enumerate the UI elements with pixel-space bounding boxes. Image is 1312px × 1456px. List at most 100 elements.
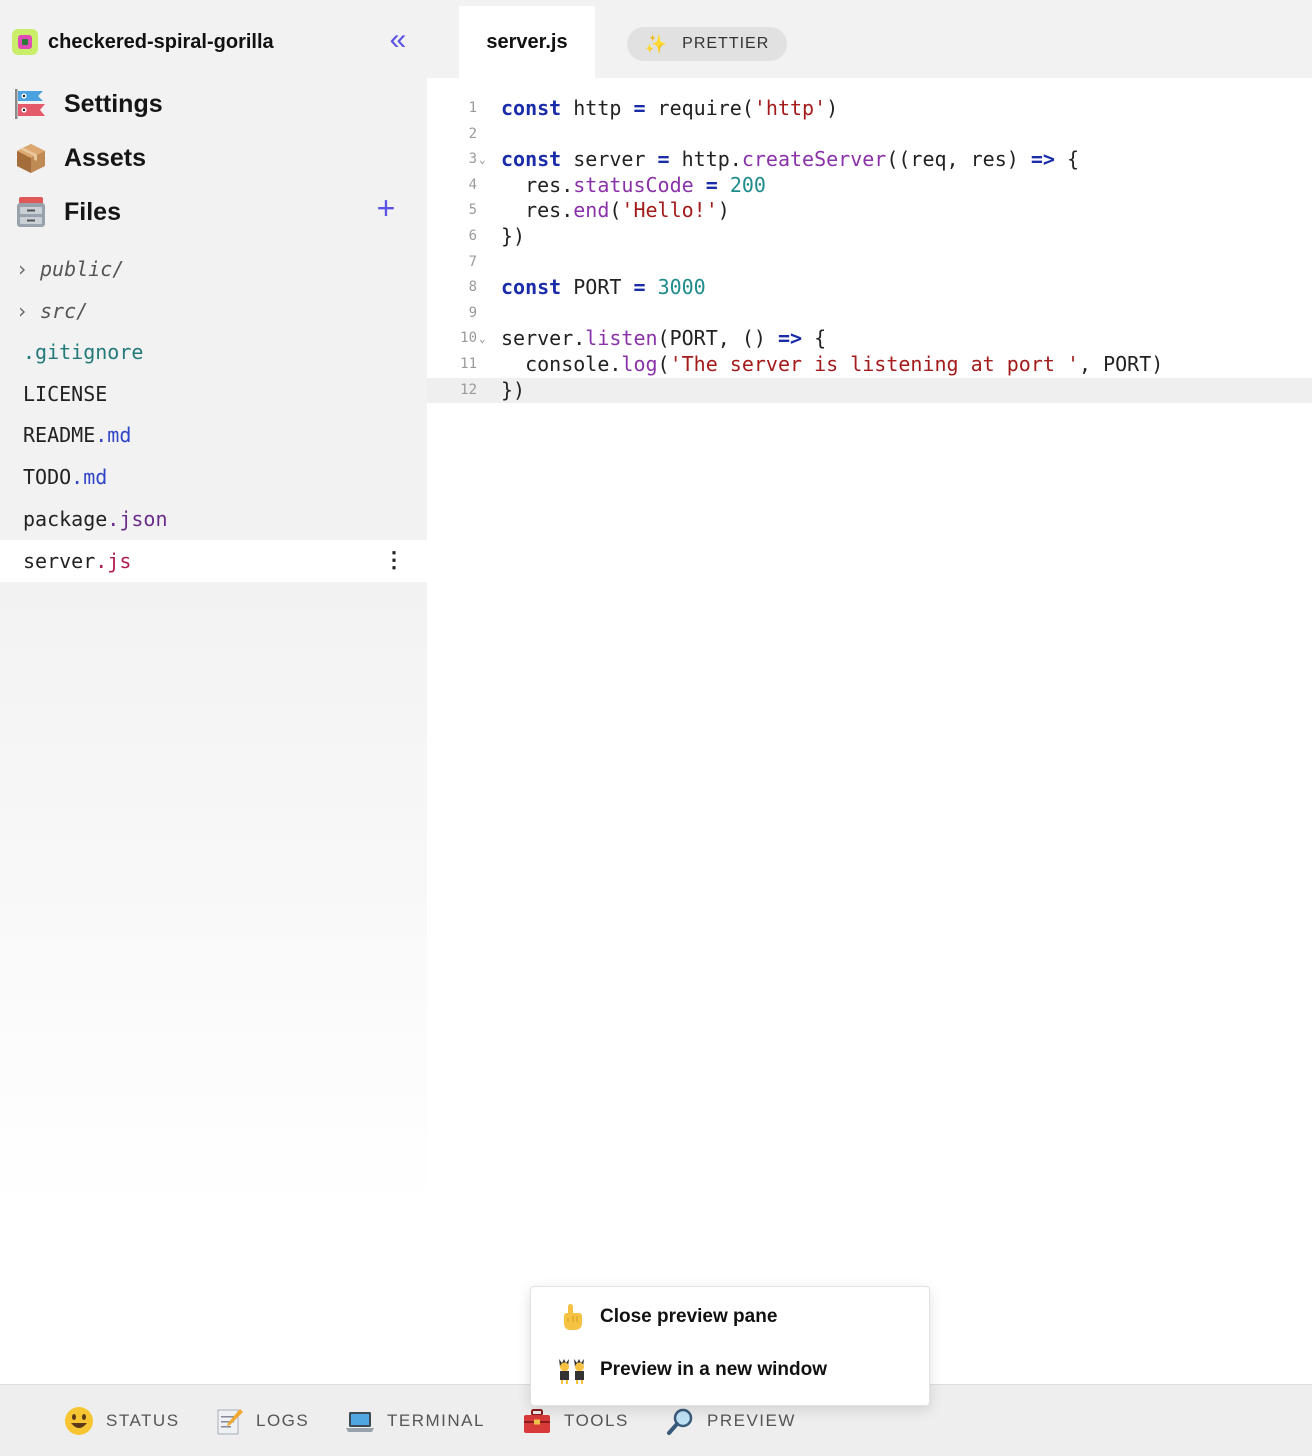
code-line: 7 [427,250,1312,276]
laptop-icon [343,1404,377,1438]
code-text: console.log('The server is listening at … [501,351,1164,376]
code-line: 4 res.statusCode = 200 [427,173,1312,199]
preview-menu: Close preview pane Preview in a new wind… [530,1286,930,1406]
code-text: res.statusCode = 200 [501,172,766,197]
code-text: server.listen(PORT, () => { [501,326,827,351]
file-name: server.js [0,549,131,573]
code-line-current: 12 }) [427,377,1312,404]
file-options-icon[interactable]: ⋮ [383,548,405,574]
code-line: 1 const http = require('http') [427,96,1312,122]
file-extension: .js [95,549,132,573]
line-number: 5 [468,202,477,219]
terminal-label: TERMINAL [387,1411,485,1430]
editor-header: server.js ✨ PRETTIER [427,0,1312,78]
code-editor[interactable]: 1 const http = require('http') 2 3 ⌄ con… [427,96,1312,404]
project-header: checkered-spiral-gorilla « [12,25,417,56]
pointing-up-icon [555,1300,589,1334]
preview-button[interactable]: PREVIEW [663,1403,796,1439]
code-text: }) [501,377,526,402]
project-logo-icon[interactable] [12,29,38,55]
code-text: const PORT = 3000 [501,275,706,300]
file-name: TODO.md [0,465,107,489]
chevron-right-icon: › [16,299,29,323]
tab-server-js[interactable]: server.js [459,6,595,78]
carp-streamer-icon [12,86,50,122]
file-cabinet-icon [12,194,50,230]
line-number: 1 [468,100,477,116]
preview-new-window-item[interactable]: Preview in a new window [555,1353,827,1387]
preview-label: PREVIEW [707,1411,796,1430]
file-extension: .gitignore [23,340,144,364]
code-text: res.end('Hello!') [501,198,730,223]
nav-files-label: Files [64,197,121,226]
file-name: README.md [0,423,131,447]
line-number: 6 [468,227,477,244]
status-label: STATUS [106,1411,180,1430]
nav-settings[interactable]: Settings [12,84,417,124]
code-text: const http = require('http') [501,96,839,120]
tools-button[interactable]: TOOLS [520,1403,629,1439]
logs-label: LOGS [256,1411,310,1430]
file-gitignore[interactable]: .gitignore [0,331,427,373]
code-line: 9 [427,301,1312,327]
project-name[interactable]: checkered-spiral-gorilla [48,31,274,54]
file-extension: .md [95,423,132,447]
sparkle-icon: ✨ [644,33,669,54]
line-number: 12 [460,381,477,398]
add-file-button[interactable]: + [371,192,401,228]
tools-label: TOOLS [564,1411,629,1430]
nav-files[interactable]: Files + [12,192,417,232]
package-icon [12,140,50,176]
magnifier-icon [663,1404,697,1438]
toolbox-icon [520,1404,554,1438]
file-package-json[interactable]: package.json [0,498,427,540]
twins-icon [555,1353,589,1387]
line-number: 2 [468,125,477,142]
code-line: 3 ⌄ const server = http.createServer((re… [427,147,1312,173]
file-basename: LICENSE [23,382,108,406]
line-number: 8 [468,279,477,296]
collapse-sidebar-button[interactable]: « [383,25,413,56]
nav-assets[interactable]: Assets [12,138,417,178]
fold-chevron-icon[interactable]: ⌄ [479,326,486,352]
file-readme[interactable]: README.md [0,414,427,456]
line-number: 10 [460,330,477,347]
file-basename: TODO [23,465,72,489]
file-basename: package [23,507,108,531]
code-line: 2 [427,122,1312,148]
file-basename: README [23,423,96,447]
close-preview-pane-label: Close preview pane [600,1306,778,1327]
file-server-js[interactable]: server.js ⋮ [0,540,427,582]
chevron-right-icon: › [16,257,29,281]
logs-button[interactable]: LOGS [212,1403,309,1439]
line-number: 11 [460,355,477,372]
folder-name: src/ [40,299,89,323]
folder-name: public/ [40,257,125,281]
code-text: }) [501,223,526,248]
file-name: package.json [0,507,168,531]
folder-public[interactable]: › public/ [0,248,427,290]
file-name: LICENSE [0,382,107,406]
fold-chevron-icon[interactable]: ⌄ [479,147,486,173]
code-line: 5 res.end('Hello!') [427,198,1312,224]
file-todo[interactable]: TODO.md [0,456,427,498]
file-name: .gitignore [0,340,143,364]
folder-src[interactable]: › src/ [0,290,427,332]
code-line: 8 const PORT = 3000 [427,275,1312,301]
code-line: 6 }) [427,224,1312,250]
file-license[interactable]: LICENSE [0,373,427,415]
prettier-button[interactable]: ✨ PRETTIER [627,27,787,61]
file-extension: .md [71,465,108,489]
nav-assets-label: Assets [64,143,146,172]
status-button[interactable]: STATUS [62,1403,180,1439]
close-preview-pane-item[interactable]: Close preview pane [555,1300,777,1334]
code-text: const server = http.createServer((req, r… [501,147,1080,172]
terminal-button[interactable]: TERMINAL [343,1403,485,1439]
file-basename: server [23,549,96,573]
smiley-icon [62,1404,96,1438]
memo-icon [212,1404,246,1438]
prettier-label: PRETTIER [682,35,770,52]
line-number: 4 [468,176,477,193]
code-line: 11 console.log('The server is listening … [427,352,1312,378]
file-extension: .json [107,507,168,531]
